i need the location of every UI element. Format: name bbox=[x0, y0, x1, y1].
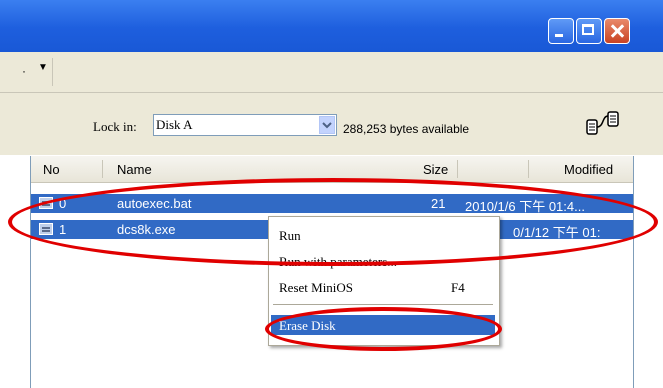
menu-item-label: Erase Disk bbox=[279, 318, 336, 333]
file-icon bbox=[39, 223, 53, 235]
row-name: autoexec.bat bbox=[117, 196, 192, 211]
menu-item-run-with-parameters[interactable]: Run with parameters... bbox=[271, 251, 495, 271]
row-modified: 2010/1/6 下午 01:4... bbox=[465, 199, 585, 214]
menu-item-erase-disk[interactable]: Erase Disk bbox=[271, 315, 495, 335]
menu-item-label: Reset MiniOS bbox=[279, 280, 354, 295]
bytes-available-text: 288,253 bytes available bbox=[343, 122, 470, 136]
column-divider[interactable] bbox=[528, 160, 529, 178]
shortcut-label: F4 bbox=[451, 280, 465, 295]
column-divider[interactable] bbox=[102, 160, 103, 178]
menu-item-run[interactable]: Run bbox=[271, 225, 495, 245]
menu-item-label: Run bbox=[279, 228, 301, 243]
column-size[interactable]: Size bbox=[423, 162, 448, 177]
row-size: 21 bbox=[431, 196, 446, 211]
menu-overflow-dot: · bbox=[22, 64, 26, 78]
menu-item-reset-minios[interactable]: Reset MiniOS F4 bbox=[271, 277, 495, 297]
list-header: No Name Size Modified bbox=[31, 156, 633, 183]
column-divider[interactable] bbox=[457, 160, 458, 178]
close-icon[interactable] bbox=[604, 18, 630, 44]
lock-in-dropdown[interactable]: Disk A bbox=[153, 114, 337, 136]
row-no: 0 bbox=[59, 196, 67, 211]
column-no[interactable]: No bbox=[43, 162, 60, 177]
lock-in-value: Disk A bbox=[156, 117, 193, 132]
network-connection-icon[interactable] bbox=[584, 111, 624, 139]
menu-item-label: Run with parameters... bbox=[279, 254, 398, 269]
lock-in-label: Lock in: bbox=[93, 119, 137, 134]
menu-separator bbox=[52, 58, 53, 86]
column-name[interactable]: Name bbox=[117, 162, 152, 177]
row-name: dcs8k.exe bbox=[117, 222, 176, 237]
row-no: 1 bbox=[59, 222, 67, 237]
chevron-down-icon[interactable]: ▼ bbox=[38, 62, 48, 73]
maximize-icon[interactable] bbox=[576, 18, 602, 44]
file-icon bbox=[39, 197, 53, 209]
context-menu: Run Run with parameters... Reset MiniOS … bbox=[268, 216, 500, 346]
table-row[interactable]: 0 autoexec.bat 21 2010/1/6 下午 01:4... bbox=[31, 194, 633, 214]
toolbar: Lock in: Disk A 288,253 bytes available bbox=[0, 93, 663, 155]
dropdown-arrow-icon[interactable] bbox=[319, 116, 335, 134]
column-modified[interactable]: Modified bbox=[564, 162, 613, 177]
minimize-icon[interactable] bbox=[548, 18, 574, 44]
menu-bar: · ▼ bbox=[0, 52, 663, 93]
row-modified: 0/1/12 下午 01: bbox=[513, 225, 601, 240]
menu-separator bbox=[273, 304, 493, 305]
